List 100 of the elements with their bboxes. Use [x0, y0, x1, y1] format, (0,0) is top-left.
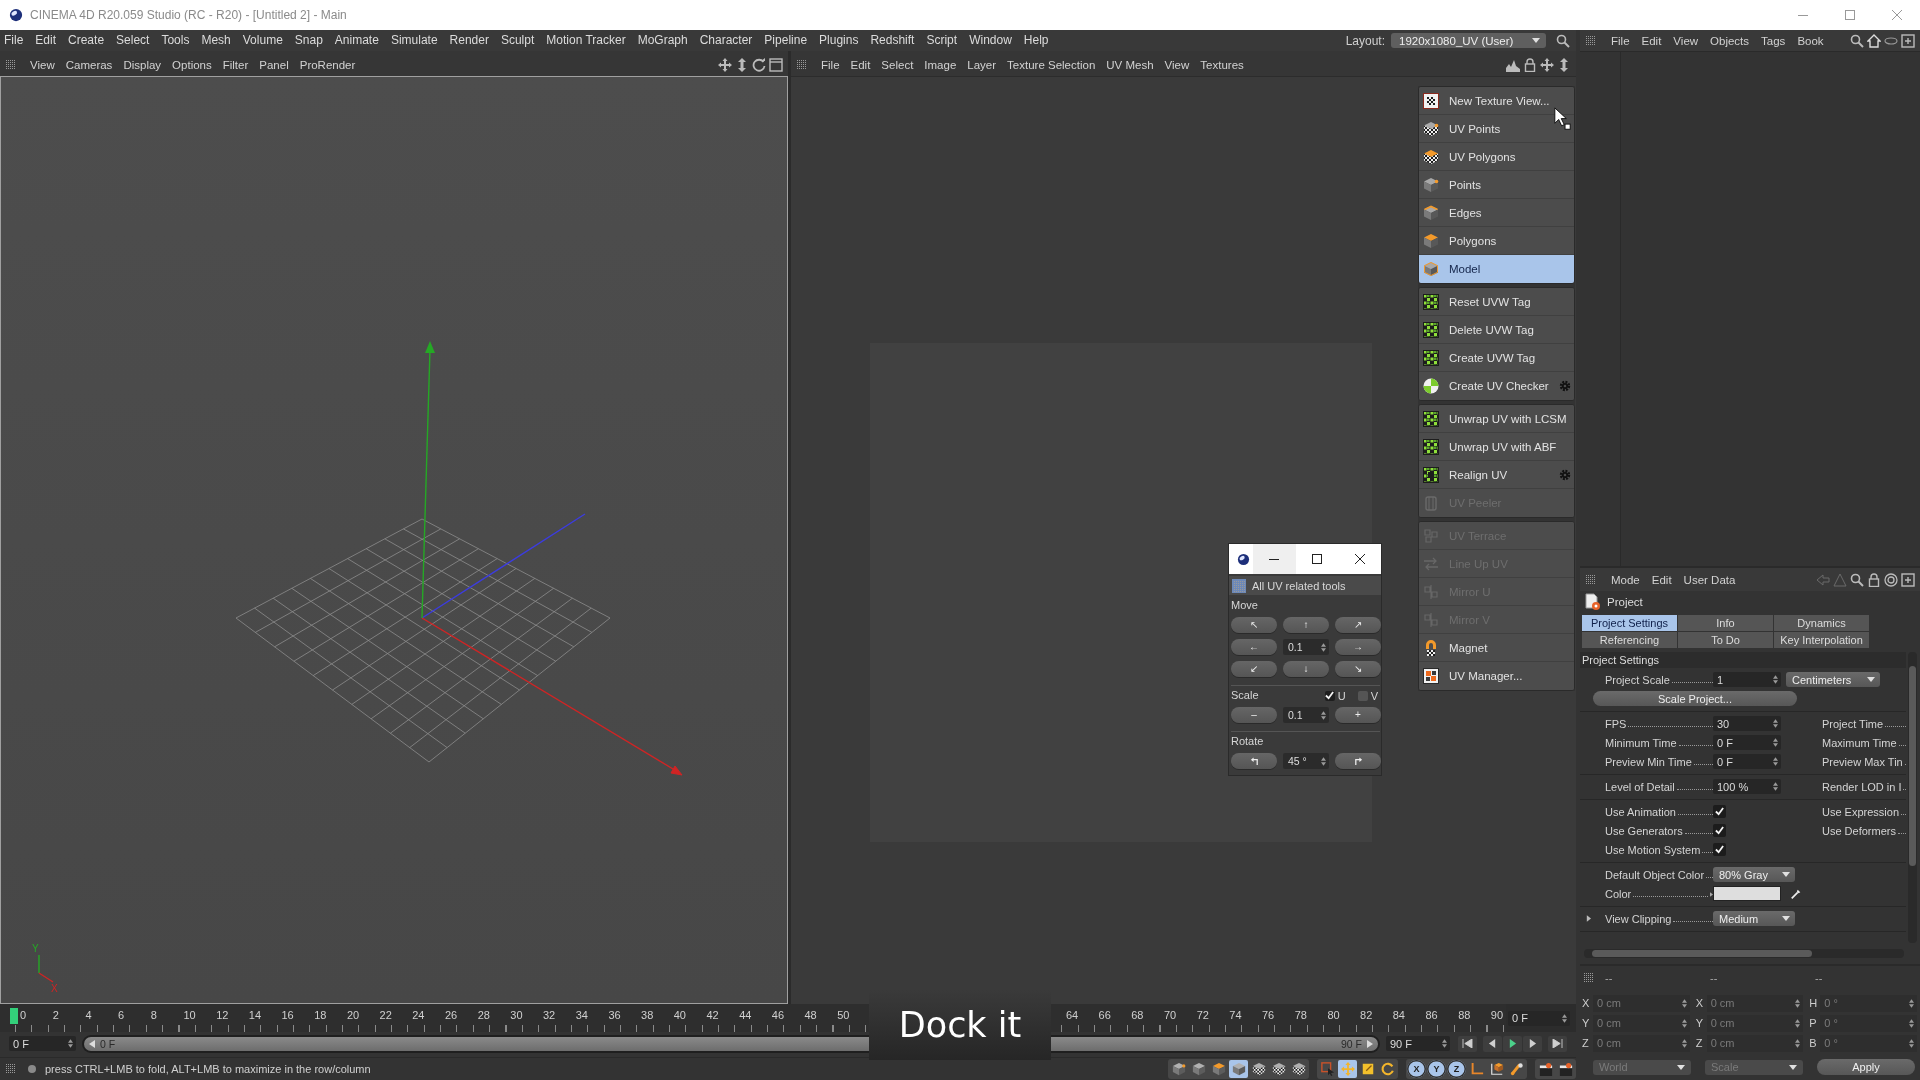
menu-item[interactable]: Objects: [1710, 30, 1750, 51]
panel-icon[interactable]: [769, 58, 783, 72]
scale-down-button[interactable]: –: [1231, 707, 1277, 723]
play-button[interactable]: [1503, 1035, 1522, 1052]
frame-field[interactable]: 0 F: [9, 1036, 76, 1051]
move-button[interactable]: ↙: [1231, 661, 1277, 677]
axis-lock-button[interactable]: Y: [1427, 1060, 1446, 1078]
menu-item[interactable]: Help: [1022, 30, 1050, 51]
menu-item[interactable]: Pipeline: [763, 30, 809, 51]
tab[interactable]: Project Settings: [1582, 615, 1677, 631]
menu-item[interactable]: File: [1611, 30, 1630, 51]
menu-item[interactable]: View: [30, 55, 55, 75]
checkbox[interactable]: [1713, 805, 1726, 818]
layout-dropdown[interactable]: 1920x1080_UV (User): [1391, 33, 1546, 48]
lock-icon[interactable]: [1867, 572, 1881, 587]
left-arrow-icon[interactable]: [89, 1039, 95, 1048]
tool-menu-item[interactable]: Unwrap UV with LCSM: [1419, 405, 1574, 433]
menu-item[interactable]: Tags: [1761, 30, 1786, 51]
unit-dropdown[interactable]: Centimeters: [1786, 672, 1880, 687]
menu-item[interactable]: Redshift: [869, 30, 916, 51]
menu-item[interactable]: Texture Selection: [1007, 55, 1096, 75]
frame-field[interactable]: 90 F: [1386, 1036, 1450, 1051]
rotate-left-button[interactable]: [1231, 753, 1277, 769]
menu-item[interactable]: View: [1673, 30, 1699, 51]
number-field[interactable]: 0 F: [1713, 735, 1781, 750]
move-icon[interactable]: [1540, 58, 1554, 72]
checkbox[interactable]: [1357, 690, 1368, 701]
tab[interactable]: Info: [1678, 615, 1773, 631]
previous-frame-button[interactable]: [1483, 1035, 1502, 1052]
checkbox[interactable]: [1324, 690, 1335, 701]
menu-item[interactable]: Script: [925, 30, 959, 51]
eyedropper-icon[interactable]: [1790, 887, 1802, 900]
menu-item[interactable]: Motion Tracker: [545, 30, 627, 51]
spinner-icon[interactable]: [1773, 675, 1778, 684]
menu-item[interactable]: Display: [123, 55, 162, 75]
target-icon[interactable]: [1884, 572, 1898, 587]
menu-item[interactable]: ProRender: [299, 55, 356, 75]
menu-item[interactable]: Simulate: [389, 30, 439, 51]
menu-item[interactable]: Panel: [259, 55, 289, 75]
number-field[interactable]: 30: [1713, 716, 1781, 731]
keyframe-triangle-icon[interactable]: [1710, 891, 1713, 897]
move-button[interactable]: ↑: [1283, 617, 1329, 633]
spinner-icon[interactable]: [1773, 757, 1778, 766]
search-icon[interactable]: [1850, 572, 1864, 587]
menu-item[interactable]: Filter: [222, 55, 249, 75]
tab[interactable]: Key Interpolation: [1774, 632, 1869, 648]
tool-menu-item[interactable]: Model: [1419, 255, 1574, 283]
menu-item[interactable]: User Data: [1683, 569, 1736, 590]
lock-icon[interactable]: [1523, 58, 1537, 72]
scale-project-button[interactable]: Scale Project...: [1593, 691, 1797, 706]
move-icon[interactable]: [718, 58, 732, 72]
menu-item[interactable]: Layer: [967, 55, 997, 75]
grip-icon[interactable]: [797, 60, 807, 70]
color-swatch[interactable]: [1713, 886, 1781, 901]
grip-icon[interactable]: [6, 60, 16, 70]
menu-item[interactable]: Textures: [1200, 55, 1244, 75]
rotate-right-button[interactable]: [1335, 753, 1381, 769]
dropdown[interactable]: Medium: [1713, 911, 1795, 926]
search-icon[interactable]: [1850, 33, 1864, 48]
menu-item[interactable]: Create: [67, 30, 106, 51]
tab[interactable]: To Do: [1678, 632, 1773, 648]
menu-item[interactable]: UV Mesh: [1106, 55, 1154, 75]
axis-lock-button[interactable]: X: [1407, 1060, 1426, 1078]
vertical-scrollbar[interactable]: [1908, 652, 1917, 943]
menu-item[interactable]: Mode: [1611, 569, 1640, 590]
menu-item[interactable]: Snap: [293, 30, 324, 51]
menu-item[interactable]: Plugins: [818, 30, 860, 51]
angle-field[interactable]: 45 °: [1283, 753, 1329, 769]
playhead-marker[interactable]: [10, 1008, 18, 1024]
axis-lock-button[interactable]: Z: [1447, 1060, 1466, 1078]
menu-item[interactable]: Select: [881, 55, 914, 75]
next-frame-button[interactable]: [1523, 1035, 1542, 1052]
menu-item[interactable]: Tools: [160, 30, 191, 51]
spinner-icon[interactable]: [1321, 756, 1326, 766]
spinner-icon[interactable]: [1562, 1013, 1567, 1023]
tab[interactable]: Dynamics: [1774, 615, 1869, 631]
menu-item[interactable]: Options: [172, 55, 212, 75]
horizontal-scrollbar[interactable]: [1584, 949, 1904, 958]
tool-button[interactable]: [1318, 1060, 1337, 1078]
menu-item[interactable]: Edit: [34, 30, 58, 51]
histogram-icon[interactable]: [1506, 58, 1520, 72]
dropdown[interactable]: 80% Gray: [1713, 867, 1795, 882]
go-to-end-button[interactable]: [1548, 1035, 1567, 1052]
menu-item[interactable]: Volume: [241, 30, 284, 51]
move-button[interactable]: ↗: [1335, 617, 1381, 633]
move-button[interactable]: →: [1335, 639, 1381, 655]
expand-triangle-icon[interactable]: [1586, 915, 1591, 922]
new-window-icon[interactable]: [1901, 33, 1915, 48]
home-icon[interactable]: [1867, 33, 1881, 48]
rotate-icon[interactable]: [752, 58, 766, 72]
move-button[interactable]: ↘: [1335, 661, 1381, 677]
search-icon[interactable]: [1556, 33, 1570, 48]
menu-item[interactable]: File: [3, 30, 25, 51]
menu-item[interactable]: Cameras: [65, 55, 113, 75]
menu-item[interactable]: Edit: [850, 55, 871, 75]
number-field[interactable]: 0.1: [1283, 639, 1329, 655]
menu-item[interactable]: Select: [115, 30, 151, 51]
go-to-start-button[interactable]: [1458, 1035, 1477, 1052]
menu-item[interactable]: View: [1164, 55, 1190, 75]
menu-item[interactable]: Window: [968, 30, 1013, 51]
